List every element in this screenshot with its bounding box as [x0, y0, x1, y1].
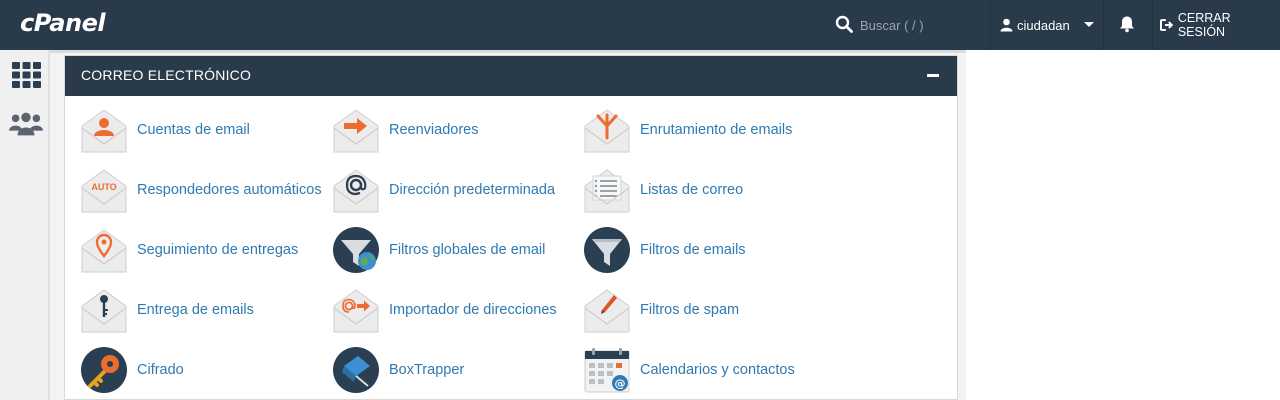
divider: [1103, 0, 1104, 50]
item-label: Listas de correo: [640, 182, 744, 198]
spam-filters-icon: [584, 289, 630, 333]
cpanel-logo[interactable]: cPanel: [20, 9, 106, 37]
item-boxtrapper[interactable]: BoxTrapper: [332, 345, 464, 395]
item-email-deliverability[interactable]: Entrega de emails: [80, 285, 254, 335]
section-title: CORREO ELECTRÓNICO: [81, 67, 252, 83]
email-section-panel: CORREO ELECTRÓNICO Cuentas de email Reen…: [64, 55, 958, 400]
item-label: Importador de direcciones: [389, 302, 557, 318]
sidebar-item-home[interactable]: [9, 58, 43, 92]
search-icon[interactable]: [835, 15, 853, 33]
track-delivery-icon: [81, 229, 127, 273]
logout-label: CERRAR SESIÓN: [1177, 11, 1231, 39]
divider: [990, 0, 991, 50]
search-input[interactable]: [856, 13, 984, 37]
item-spam-filters[interactable]: Filtros de spam: [583, 285, 739, 335]
item-label: Calendarios y contactos: [640, 362, 795, 378]
item-label: Entrega de emails: [137, 302, 254, 318]
item-global-filters[interactable]: Filtros globales de email: [332, 225, 545, 275]
top-navbar: cPanel ciudadan CERRAR SESIÓN: [0, 0, 1280, 50]
bell-icon[interactable]: [1118, 15, 1136, 33]
sidebar-item-users[interactable]: [9, 107, 43, 141]
item-label: Reenviadores: [389, 122, 479, 138]
item-label: Filtros de emails: [640, 242, 746, 258]
calendars-contacts-icon: @: [584, 348, 630, 393]
user-menu[interactable]: ciudadan: [1000, 0, 1100, 50]
default-address-icon: [333, 169, 379, 213]
grid-icon: [11, 62, 41, 88]
divider: [1152, 0, 1153, 50]
item-mailing-lists[interactable]: Listas de correo: [583, 165, 743, 215]
auto-badge: AUTO: [91, 182, 116, 192]
item-track-delivery[interactable]: Seguimiento de entregas: [80, 225, 298, 275]
username: ciudadan: [1017, 17, 1070, 33]
item-label: Enrutamiento de emails: [640, 122, 793, 138]
item-label: Filtros de spam: [640, 302, 740, 318]
item-address-importer[interactable]: Importador de direcciones: [332, 285, 557, 335]
item-forwarders[interactable]: Reenviadores: [332, 105, 478, 155]
item-default-address[interactable]: Dirección predeterminada: [332, 165, 555, 215]
email-accounts-icon: [81, 109, 127, 153]
item-label: Respondedores automáticos: [137, 182, 322, 198]
users-icon: [9, 112, 43, 136]
left-sidebar: [0, 50, 50, 400]
item-label: Dirección predeterminada: [389, 182, 556, 198]
autoresponders-icon: AUTO: [81, 169, 127, 213]
item-label: Cifrado: [137, 362, 184, 378]
content-top-strip: [50, 50, 966, 53]
item-email-accounts[interactable]: Cuentas de email: [80, 105, 250, 155]
email-routing-icon: [584, 109, 630, 153]
logout-button[interactable]: CERRAR SESIÓN: [1160, 0, 1280, 50]
item-label: Filtros globales de email: [389, 242, 546, 258]
logout-icon: [1160, 19, 1174, 31]
item-email-filters[interactable]: Filtros de emails: [583, 225, 746, 275]
item-label: BoxTrapper: [389, 362, 465, 378]
section-header[interactable]: CORREO ELECTRÓNICO: [65, 56, 957, 96]
right-white-area: [966, 50, 1280, 400]
boxtrapper-icon: [333, 347, 379, 393]
item-email-routing[interactable]: Enrutamiento de emails: [583, 105, 792, 155]
address-importer-icon: [333, 289, 379, 333]
collapse-icon[interactable]: [927, 74, 939, 77]
global-filters-icon: [333, 227, 379, 273]
item-encryption[interactable]: Cifrado: [80, 345, 184, 395]
forwarders-icon: [333, 109, 379, 153]
item-calendars-contacts[interactable]: @ Calendarios y contactos: [583, 345, 795, 395]
item-label: Seguimiento de entregas: [137, 242, 299, 258]
email-filters-icon: [584, 227, 630, 273]
svg-text:@: @: [615, 377, 626, 390]
encryption-icon: [81, 347, 127, 393]
mailing-lists-icon: [584, 169, 630, 213]
user-icon: [1000, 18, 1013, 32]
item-autoresponders[interactable]: AUTO Respondedores automáticos: [80, 165, 322, 215]
caret-down-icon: [1083, 22, 1094, 27]
email-deliverability-icon: [81, 289, 127, 333]
item-label: Cuentas de email: [137, 122, 250, 138]
